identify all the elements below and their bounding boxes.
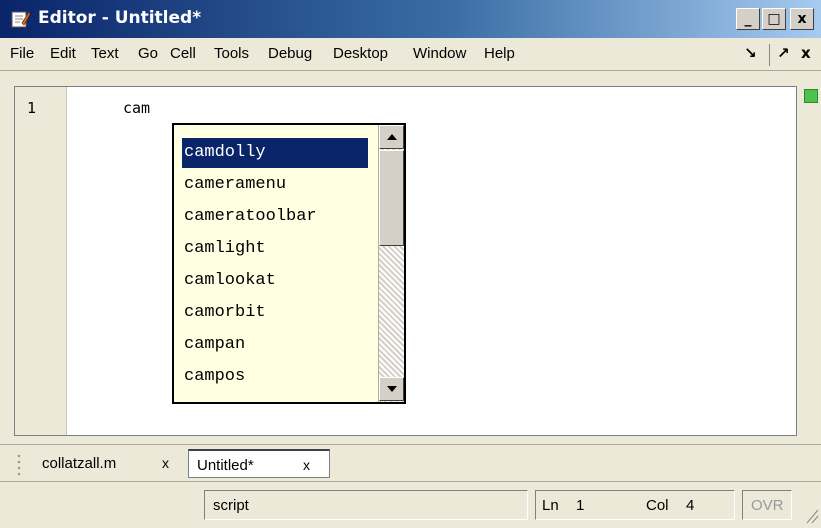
menu-tools[interactable]: Tools [214, 45, 249, 62]
cursor-position-field: Ln 1 Col 4 [535, 490, 735, 520]
document-tab-bar: collatzall.m x Untitled* x [0, 444, 821, 481]
completion-item[interactable]: cameramenu [182, 170, 368, 200]
completion-item[interactable]: camlookat [182, 266, 368, 296]
line-label: Ln [542, 497, 559, 514]
undock-icon[interactable]: ↘ [744, 44, 757, 62]
menu-edit[interactable]: Edit [50, 45, 76, 62]
tab-untitled[interactable]: Untitled* x [188, 449, 330, 478]
line-number: 1 [27, 99, 37, 117]
code-line[interactable]: cam [123, 99, 150, 117]
completion-item[interactable]: cameratoolbar [182, 202, 368, 232]
menu-text[interactable]: Text [91, 45, 119, 62]
title-bar[interactable]: Editor - Untitled* _ □ x [0, 0, 821, 38]
tab-label: Untitled* [197, 457, 254, 474]
tab-label: collatzall.m [42, 455, 117, 472]
tab-close-icon[interactable]: x [162, 455, 169, 471]
maximize-icon: □ [767, 11, 781, 27]
resize-grip-icon[interactable] [803, 506, 819, 524]
drag-grip-icon[interactable] [16, 453, 22, 475]
menu-separator [769, 44, 770, 66]
editor-window: Editor - Untitled* _ □ x File Edit Text … [0, 0, 821, 528]
arrow-up-icon [386, 134, 397, 140]
file-type-field: script [204, 490, 528, 520]
column-value: 4 [686, 497, 695, 514]
editor-app-icon [11, 11, 30, 28]
minimize-icon: _ [744, 11, 752, 27]
scroll-up-button[interactable] [379, 125, 404, 149]
menu-window[interactable]: Window [413, 45, 466, 62]
file-type-label: script [213, 497, 249, 514]
maximize-button[interactable]: □ [762, 8, 786, 30]
completion-item[interactable]: camdolly [182, 138, 368, 168]
scroll-down-button[interactable] [379, 377, 404, 401]
message-bar [797, 86, 821, 436]
close-document-icon[interactable]: x [801, 44, 811, 62]
minimize-button[interactable]: _ [736, 8, 760, 30]
menu-help[interactable]: Help [484, 45, 515, 62]
menu-cell[interactable]: Cell [170, 45, 196, 62]
close-button[interactable]: x [790, 8, 814, 30]
popup-scrollbar[interactable] [378, 125, 404, 402]
menu-bar: File Edit Text Go Cell Tools Debug Deskt… [0, 38, 821, 71]
autocomplete-popup: camdolly cameramenu cameratoolbar camlig… [172, 123, 406, 404]
line-number-gutter: 1 [15, 87, 67, 435]
status-bar: script Ln 1 Col 4 OVR [0, 481, 821, 528]
line-value: 1 [576, 497, 585, 514]
window-title: Editor - Untitled* [38, 8, 202, 28]
menu-desktop[interactable]: Desktop [333, 45, 388, 62]
status-indicator-icon[interactable] [804, 89, 818, 103]
completion-item[interactable]: camorbit [182, 298, 368, 328]
overwrite-indicator: OVR [751, 497, 784, 514]
tab-close-icon[interactable]: x [303, 457, 310, 473]
dock-icon[interactable]: ↗ [777, 44, 790, 62]
menu-debug[interactable]: Debug [268, 45, 312, 62]
tab-collatzall[interactable]: collatzall.m x [30, 449, 188, 478]
menu-file[interactable]: File [10, 45, 34, 62]
completion-item[interactable]: campos [182, 362, 368, 392]
scroll-thumb[interactable] [379, 150, 404, 246]
completion-item[interactable]: campan [182, 330, 368, 360]
completion-item[interactable]: camlight [182, 234, 368, 264]
overwrite-field: OVR [742, 490, 792, 520]
close-icon: x [797, 11, 807, 27]
column-label: Col [646, 497, 669, 514]
menu-go[interactable]: Go [138, 45, 158, 62]
arrow-down-icon [386, 386, 397, 392]
